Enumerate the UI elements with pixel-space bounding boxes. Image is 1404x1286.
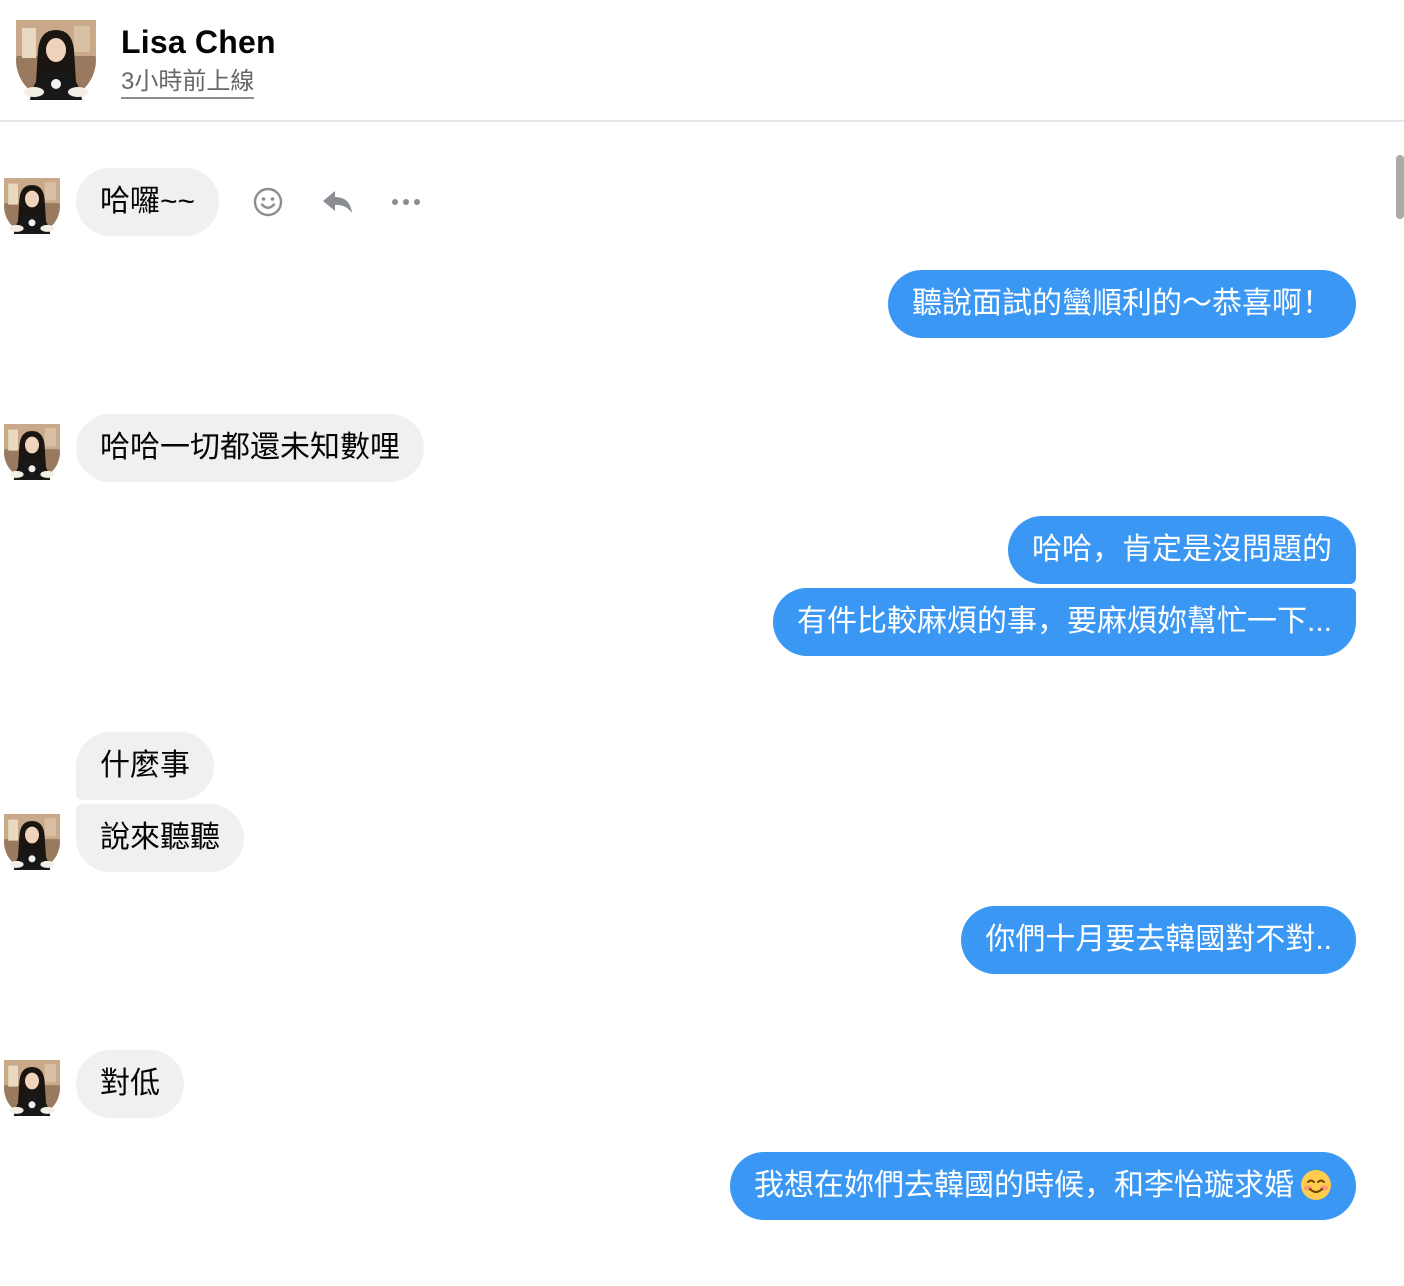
- incoming-message[interactable]: 說來聽聽: [76, 804, 244, 872]
- sender-avatar[interactable]: [4, 424, 60, 480]
- outgoing-message[interactable]: 有件比較麻煩的事，要麻煩妳幫忙一下...: [772, 588, 1356, 656]
- message-text: 我想在妳們去韓國的時候，和李怡璇求婚: [754, 1169, 1294, 1202]
- scrollbar-thumb[interactable]: [1396, 155, 1404, 219]
- incoming-message[interactable]: 什麼事: [76, 732, 214, 800]
- sender-avatar[interactable]: [4, 178, 60, 234]
- contact-status[interactable]: 3小時前上線: [121, 68, 255, 99]
- reply-icon[interactable]: [320, 184, 356, 220]
- smiling-face-emoji-icon: [1300, 1158, 1332, 1226]
- incoming-message[interactable]: 對低: [76, 1050, 184, 1118]
- contact-avatar[interactable]: [16, 20, 96, 100]
- outgoing-message[interactable]: 聽說面試的蠻順利的～恭喜啊！: [888, 270, 1356, 338]
- outgoing-message[interactable]: 我想在妳們去韓國的時候，和李怡璇求婚: [730, 1152, 1356, 1220]
- outgoing-message[interactable]: 你們十月要去韓國對不對..: [961, 906, 1356, 974]
- incoming-message[interactable]: 哈哈一切都還未知數哩: [76, 414, 424, 482]
- sender-avatar[interactable]: [4, 814, 60, 870]
- incoming-message[interactable]: 哈囉~~: [76, 168, 220, 236]
- chat-header: Lisa Chen 3小時前上線: [0, 0, 1404, 122]
- contact-name[interactable]: Lisa Chen: [121, 24, 276, 61]
- more-icon[interactable]: [388, 184, 424, 220]
- react-icon[interactable]: [250, 184, 286, 220]
- sender-avatar[interactable]: [4, 1060, 60, 1116]
- outgoing-message[interactable]: 哈哈，肯定是沒問題的: [1008, 516, 1356, 584]
